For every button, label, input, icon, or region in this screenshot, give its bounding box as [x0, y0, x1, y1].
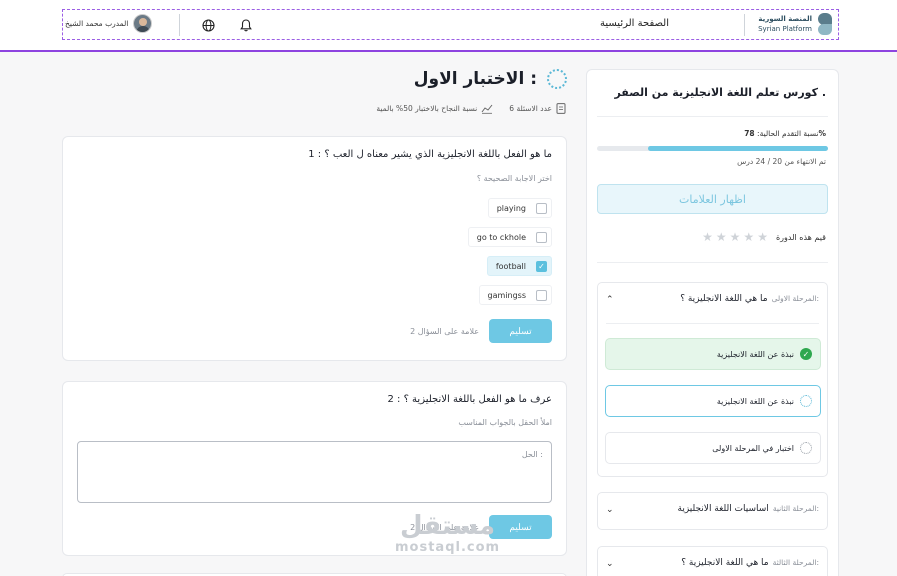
home-link[interactable]: الصفحة الرئيسية — [600, 18, 669, 29]
brand-name-ar: المنصة السورية — [758, 15, 812, 23]
answer-textarea[interactable]: الحل : — [77, 441, 552, 503]
lesson-label: اختبار في المرحلة الاولى — [712, 443, 794, 453]
watermark: مستقل mostaql.com — [395, 512, 500, 555]
chevron-up-icon[interactable]: ⌃ — [606, 295, 614, 305]
pending-circle-icon — [800, 395, 812, 407]
option-checkbox-checked[interactable]: ✓ — [536, 260, 547, 272]
progress-label: نسبة التقدم الحالية: 78% — [744, 129, 826, 138]
stage-number: المرحلة الثالثة: — [772, 558, 819, 567]
star-icon[interactable]: ★ — [730, 230, 741, 244]
option-label: gamingss — [487, 290, 526, 300]
trainer-name: المدرب محمد الشيخ — [65, 19, 129, 28]
stage-title: ما هي اللغة الانجليزية ؟ — [681, 558, 769, 568]
submit-button[interactable]: تسليم — [489, 319, 552, 343]
star-icon[interactable]: ★ — [716, 230, 727, 244]
rating-row: ★ ★ ★ ★ ★ قيم هذه الدورة — [702, 230, 826, 244]
lesson-item-active[interactable]: نبذة عن اللغة الانجليزية — [605, 385, 821, 417]
stage-accordion-1: ما هي اللغة الانجليزية ؟ المرحلة الاولى:… — [597, 282, 828, 477]
header-divider-left — [179, 14, 180, 36]
answer-option[interactable]: gamingss — [478, 285, 552, 305]
trainer-profile[interactable]: المدرب محمد الشيخ — [65, 14, 153, 33]
answer-option[interactable]: go to ckhole — [467, 227, 552, 247]
pass-rate-text: نسبة النجاح بالاختبار 50% بالمية — [376, 104, 478, 113]
option-checkbox[interactable] — [536, 231, 547, 243]
questions-count-text: عدد الاسئلة 6 — [509, 104, 552, 113]
pending-circle-icon — [800, 442, 812, 454]
trend-chart-icon — [481, 104, 493, 114]
answer-placeholder: الحل : — [521, 450, 543, 459]
watermark-en: mostaql.com — [395, 540, 501, 555]
rate-label: قيم هذه الدورة — [775, 232, 826, 242]
watermark-ar: مستقل — [400, 511, 496, 541]
rating-stars[interactable]: ★ ★ ★ ★ ★ — [702, 230, 768, 244]
stage-title: ما هي اللغة الانجليزية ؟ — [680, 294, 768, 304]
submit-row: تسليم 2 علامة على السؤال — [410, 319, 552, 343]
stage-number: المرحلة الثانية: — [772, 504, 819, 513]
progress-bar-fill — [647, 146, 828, 151]
stage-number: المرحلة الاولى: — [771, 294, 819, 303]
option-label: playing — [496, 203, 526, 213]
option-checkbox[interactable] — [536, 202, 547, 214]
progress-bar — [597, 146, 828, 151]
page-title: الاختبار الاول : — [413, 69, 537, 89]
question-card-1: 1 : ما هو الفعل باللغة الانجليزية الذي ي… — [62, 136, 567, 361]
check-icon: ✓ — [538, 261, 545, 271]
progress-label-text: نسبة التقدم الحالية: — [757, 129, 819, 138]
chevron-down-icon[interactable]: ⌄ — [606, 505, 614, 515]
star-icon[interactable]: ★ — [743, 230, 754, 244]
language-button[interactable] — [197, 14, 219, 36]
quiz-status-icon — [547, 69, 567, 89]
option-checkbox[interactable] — [536, 289, 547, 301]
answer-option-selected[interactable]: football ✓ — [486, 256, 552, 276]
divider — [597, 262, 828, 263]
check-circle-icon: ✓ — [800, 348, 812, 360]
stage-header[interactable]: اساسيات اللغة الانجليزية المرحلة الثانية… — [678, 504, 820, 514]
question-hint: اختر الاجابة الصحيحة ؟ — [476, 174, 552, 183]
question-points: 2 علامة على السؤال — [410, 326, 479, 336]
brand-name-en: Syrian Platform — [758, 25, 812, 33]
stage-accordion-3[interactable]: ما هي اللغة الانجليزية ؟ المرحلة الثالثة… — [597, 546, 828, 576]
lesson-item[interactable]: اختبار في المرحلة الاولى — [605, 432, 821, 464]
quiz-meta: نسبة النجاح بالاختبار 50% بالمية عدد الا… — [376, 103, 566, 114]
course-sidebar: كورس تعلم اللغة الانجليزية من الصفر . نس… — [586, 69, 839, 576]
brand-text: المنصة السورية Syrian Platform — [758, 14, 812, 34]
page: المنصة السورية Syrian Platform الصفحة ال… — [0, 0, 897, 576]
course-title: كورس تعلم اللغة الانجليزية من الصفر . — [614, 86, 826, 99]
progress-note: تم الانتهاء من 20 / 24 درس — [737, 157, 826, 166]
chevron-down-icon[interactable]: ⌄ — [606, 559, 614, 569]
lesson-label: نبذة عن اللغة الانجليزية — [716, 396, 794, 406]
option-label: football — [495, 261, 526, 271]
document-icon — [556, 103, 566, 114]
avatar — [133, 14, 153, 33]
globe-icon — [201, 18, 215, 32]
notifications-button[interactable] — [235, 14, 257, 36]
header-divider — [744, 14, 745, 36]
stage-header[interactable]: ما هي اللغة الانجليزية ؟ المرحلة الاولى: — [680, 294, 819, 304]
header-bar: المنصة السورية Syrian Platform الصفحة ال… — [62, 9, 839, 40]
logo-icon — [816, 12, 836, 36]
question-hint: املأ الحقل بالجواب المناسب — [458, 418, 552, 427]
show-grades-button[interactable]: اظهار العلامات — [597, 184, 828, 214]
questions-count: عدد الاسئلة 6 — [509, 103, 566, 114]
answer-option[interactable]: playing — [487, 198, 552, 218]
star-icon[interactable]: ★ — [757, 230, 768, 244]
stage-header[interactable]: ما هي اللغة الانجليزية ؟ المرحلة الثالثة… — [681, 558, 819, 568]
bell-icon — [240, 18, 252, 31]
brand-logo-link[interactable]: المنصة السورية Syrian Platform — [758, 12, 836, 36]
question-text: 2 : عرف ما هو الفعل باللغة الانجليزية ؟ — [387, 394, 552, 405]
lesson-label: نبذة عن اللغة الانجليزية — [716, 349, 794, 359]
stage-title: اساسيات اللغة الانجليزية — [677, 504, 769, 514]
top-header: المنصة السورية Syrian Platform الصفحة ال… — [0, 0, 897, 52]
question-text: 1 : ما هو الفعل باللغة الانجليزية الذي ي… — [308, 149, 552, 160]
divider — [597, 116, 828, 117]
quiz-title-row: الاختبار الاول : — [414, 69, 567, 89]
divider — [606, 323, 819, 324]
star-icon[interactable]: ★ — [702, 230, 713, 244]
pass-rate: نسبة النجاح بالاختبار 50% بالمية — [376, 104, 493, 114]
stage-accordion-2[interactable]: اساسيات اللغة الانجليزية المرحلة الثانية… — [597, 492, 828, 530]
option-label: go to ckhole — [476, 232, 526, 242]
lesson-item-completed[interactable]: نبذة عن اللغة الانجليزية ✓ — [605, 338, 821, 370]
